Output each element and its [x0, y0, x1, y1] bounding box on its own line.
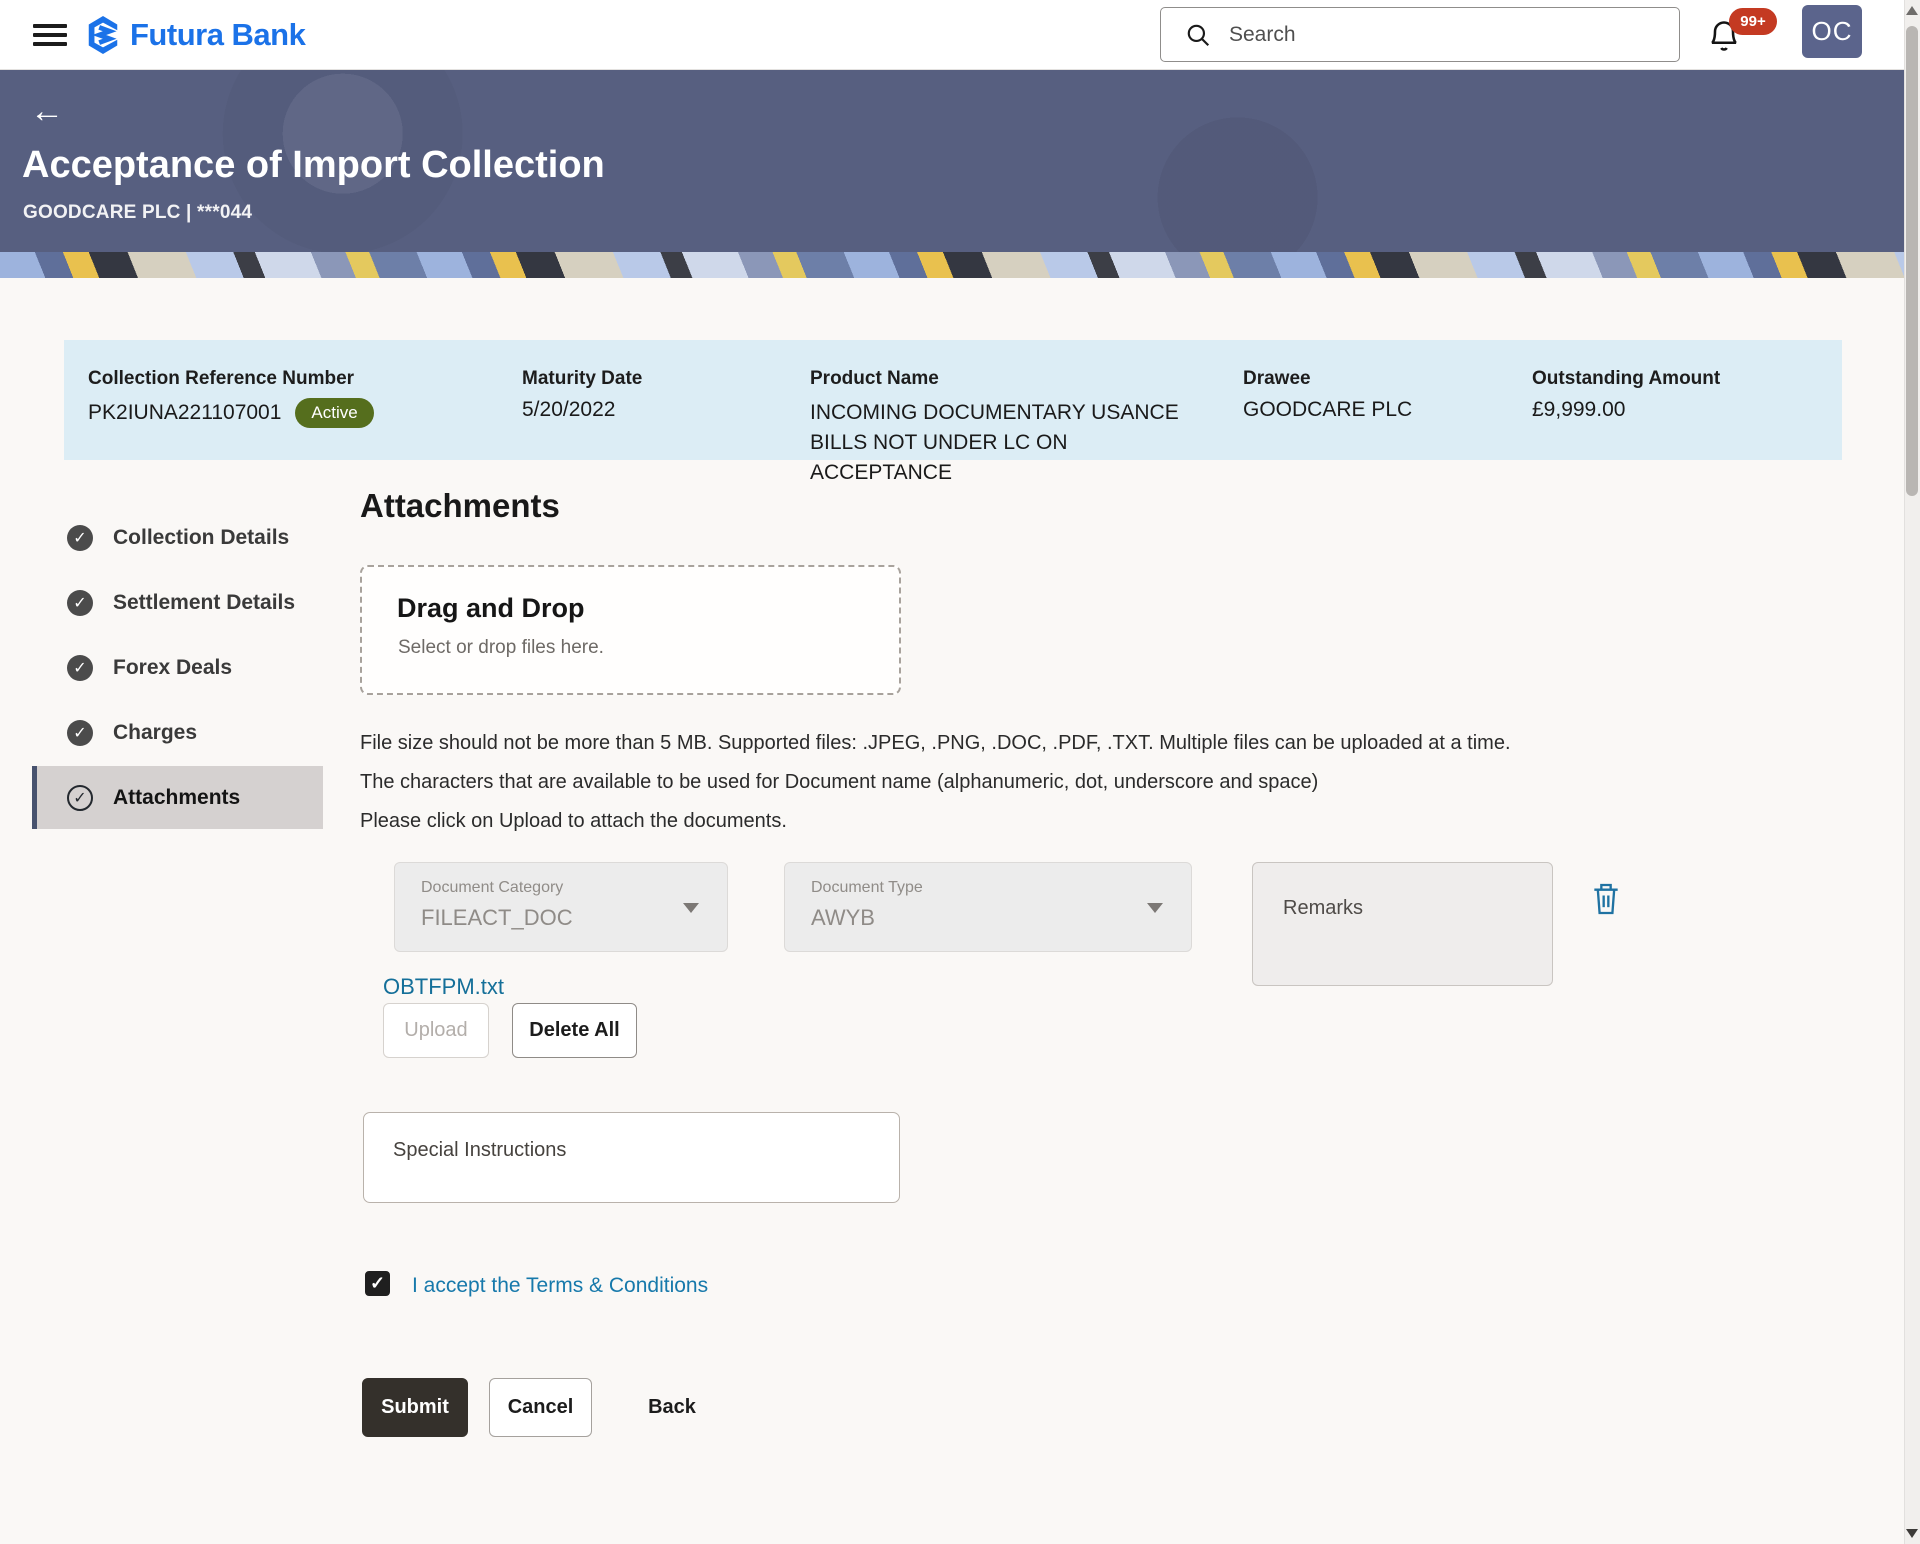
summary-field-maturity-date: Maturity Date 5/20/2022 — [522, 368, 642, 422]
app-screen: Futura Bank 99+ OC ← Acceptance of Impor… — [0, 0, 1920, 1544]
step-collection-details[interactable]: ✓ Collection Details — [32, 506, 323, 569]
attached-file-link[interactable]: OBTFPM.txt — [383, 974, 504, 1000]
step-active-icon: ✓ — [67, 785, 93, 811]
field-label: Maturity Date — [522, 368, 642, 390]
step-complete-icon: ✓ — [67, 720, 93, 746]
summary-field-drawee: Drawee GOODCARE PLC — [1243, 368, 1412, 422]
document-category-label: Document Category — [421, 879, 563, 897]
step-complete-icon: ✓ — [67, 525, 93, 551]
search-icon — [1185, 22, 1211, 48]
field-value: GOODCARE PLC — [1243, 398, 1412, 422]
vertical-scrollbar[interactable] — [1904, 0, 1920, 1544]
user-avatar[interactable]: OC — [1802, 5, 1862, 58]
step-complete-icon: ✓ — [67, 655, 93, 681]
field-label: Drawee — [1243, 368, 1412, 390]
cancel-button[interactable]: Cancel — [489, 1378, 592, 1437]
scrollbar-thumb[interactable] — [1906, 26, 1918, 496]
step-label: Collection Details — [113, 526, 289, 550]
terms-checkbox[interactable]: ✓ — [365, 1271, 390, 1296]
futura-bank-logo-icon — [84, 14, 122, 56]
document-type-select[interactable]: Document Type AWYB — [784, 862, 1192, 952]
field-label: Product Name — [810, 368, 1180, 390]
document-type-value: AWYB — [811, 905, 875, 931]
field-label: Collection Reference Number — [88, 368, 374, 390]
dropzone-title: Drag and Drop — [397, 593, 585, 624]
field-label: Outstanding Amount — [1532, 368, 1720, 390]
back-button[interactable]: Back — [622, 1378, 722, 1437]
field-value: 5/20/2022 — [522, 398, 642, 422]
guideline-line: Please click on Upload to attach the doc… — [360, 802, 1640, 841]
document-type-label: Document Type — [811, 879, 923, 897]
search-box[interactable] — [1160, 7, 1680, 62]
field-value: £9,999.00 — [1532, 398, 1720, 422]
guideline-line: The characters that are available to be … — [360, 763, 1640, 802]
chevron-down-icon — [683, 903, 699, 913]
summary-field-reference: Collection Reference Number PK2IUNA22110… — [88, 368, 374, 428]
document-category-value: FILEACT_DOC — [421, 905, 573, 931]
summary-field-outstanding-amount: Outstanding Amount £9,999.00 — [1532, 368, 1720, 422]
search-input[interactable] — [1229, 23, 1649, 47]
submit-button[interactable]: Submit — [362, 1378, 468, 1437]
back-arrow-icon[interactable]: ← — [30, 94, 64, 128]
delete-row-trash-icon[interactable] — [1592, 882, 1620, 916]
page-header: ← Acceptance of Import Collection GOODCA… — [0, 70, 1904, 252]
file-dropzone[interactable]: Drag and Drop Select or drop files here. — [360, 565, 901, 695]
chevron-down-icon — [1147, 903, 1163, 913]
notification-count-badge: 99+ — [1729, 8, 1777, 35]
step-attachments[interactable]: ✓ Attachments — [32, 766, 323, 829]
step-complete-icon: ✓ — [67, 590, 93, 616]
upload-button[interactable]: Upload — [383, 1003, 489, 1058]
collection-summary-bar: Collection Reference Number PK2IUNA22110… — [64, 340, 1842, 460]
scroll-up-arrow-icon[interactable] — [1906, 6, 1918, 15]
field-value: INCOMING DOCUMENTARY USANCE BILLS NOT UN… — [810, 398, 1180, 488]
remarks-input[interactable] — [1252, 862, 1553, 986]
terms-and-conditions-link[interactable]: I accept the Terms & Conditions — [412, 1274, 708, 1298]
delete-all-button[interactable]: Delete All — [512, 1003, 637, 1058]
decorative-banner-strip — [0, 252, 1904, 278]
status-badge: Active — [295, 398, 373, 428]
brand-name: Futura Bank — [130, 17, 305, 53]
step-charges[interactable]: ✓ Charges — [32, 701, 323, 764]
guideline-line: File size should not be more than 5 MB. … — [360, 724, 1640, 763]
page-title: Acceptance of Import Collection — [22, 144, 605, 187]
summary-field-product-name: Product Name INCOMING DOCUMENTARY USANCE… — [810, 368, 1180, 488]
top-bar: Futura Bank 99+ OC — [0, 0, 1920, 70]
hamburger-menu-icon[interactable] — [33, 24, 67, 48]
step-forex-deals[interactable]: ✓ Forex Deals — [32, 636, 323, 699]
document-category-select[interactable]: Document Category FILEACT_DOC — [394, 862, 728, 952]
section-heading: Attachments — [360, 487, 560, 525]
upload-guidelines: File size should not be more than 5 MB. … — [360, 724, 1640, 841]
step-label: Charges — [113, 721, 197, 745]
page-subtitle: GOODCARE PLC | ***044 — [23, 202, 252, 224]
dropzone-subtitle: Select or drop files here. — [398, 637, 604, 659]
step-label: Settlement Details — [113, 591, 295, 615]
step-settlement-details[interactable]: ✓ Settlement Details — [32, 571, 323, 634]
step-label: Forex Deals — [113, 656, 232, 680]
special-instructions-input[interactable] — [363, 1112, 900, 1203]
step-label: Attachments — [113, 786, 240, 810]
scroll-down-arrow-icon[interactable] — [1906, 1529, 1918, 1538]
field-value: PK2IUNA221107001 — [88, 401, 281, 425]
